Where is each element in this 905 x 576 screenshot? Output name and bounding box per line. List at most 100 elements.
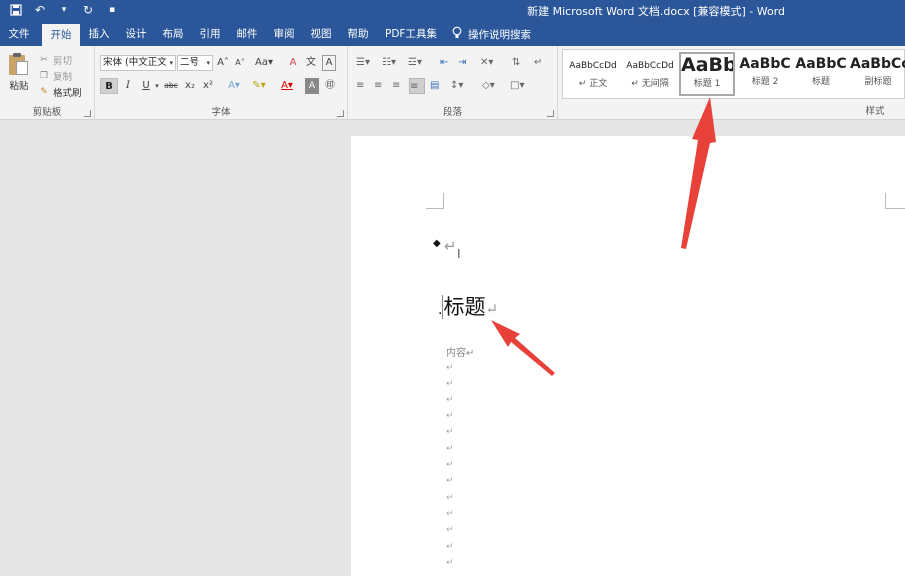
redo-icon[interactable]: ↻ [80, 2, 96, 18]
empty-paragraph-mark: ↵ [446, 363, 454, 373]
cut-button[interactable]: ✂ 剪切 [38, 52, 82, 68]
underline-dropdown-icon[interactable]: ▾ [153, 78, 161, 94]
bold-button[interactable]: B [100, 78, 118, 94]
shading-icon[interactable]: ◇▾ [482, 78, 495, 94]
font-name-select[interactable]: 宋体 (中文正文 ▾ [100, 55, 176, 71]
style-preview: AaBb [681, 54, 733, 76]
quick-access-toolbar: ↶ ▾ ↻ ▪ [8, 2, 120, 18]
sort-icon[interactable]: ⇅ [512, 55, 520, 71]
style-no-spacing[interactable]: AaBbCcDd ↵ 无间隔 [622, 52, 678, 96]
character-border-icon[interactable]: A [322, 55, 336, 71]
undo-icon[interactable]: ↶ [32, 2, 48, 18]
customize-qat-icon[interactable]: ▪ [104, 2, 120, 18]
style-name: ↵ 正文 [578, 79, 608, 89]
lightbulb-icon [452, 26, 462, 42]
format-painter-button[interactable]: ✎ 格式刷 [38, 84, 82, 100]
tab-file[interactable]: 文件 [4, 22, 34, 46]
font-launcher-icon[interactable] [337, 110, 344, 117]
highlight-icon[interactable]: ✎▾ [249, 78, 269, 94]
document-content[interactable]: 内容↵ [446, 344, 474, 359]
font-size-value: 二号 [180, 57, 200, 68]
align-left-icon[interactable]: ≡ [356, 78, 364, 94]
justify-icon[interactable]: ≡ [409, 78, 425, 94]
tab-home[interactable]: 开始 [42, 24, 80, 46]
multilevel-list-icon[interactable]: ☲▾ [408, 55, 422, 71]
clipboard-group-label: 剪贴板 [32, 107, 62, 118]
tab-design[interactable]: 设计 [121, 22, 151, 46]
clipboard-launcher-icon[interactable] [84, 110, 91, 117]
paragraph-bullet-icon: ◆ [433, 238, 441, 249]
subscript-button[interactable]: x₂ [183, 78, 197, 94]
empty-paragraph-mark: ↵ [446, 558, 454, 568]
tab-pdf-tools[interactable]: PDF工具集 [382, 22, 440, 46]
asian-layout-icon[interactable]: ✕▾ [480, 55, 493, 71]
italic-button[interactable]: I [121, 78, 135, 94]
change-case-button[interactable]: Aa▾ [253, 55, 275, 71]
tab-review[interactable]: 审阅 [269, 22, 299, 46]
paragraph-group-label: 段落 [442, 107, 462, 118]
style-title[interactable]: AaBbC 标题 [793, 52, 849, 96]
style-heading-2[interactable]: AaBbC 标题 2 [737, 52, 793, 96]
heading-paragraph-mark: ↵ [485, 300, 499, 318]
borders-icon[interactable]: □▾ [510, 78, 524, 94]
paste-icon [9, 52, 29, 76]
margin-corner-left [426, 193, 444, 209]
font-size-select[interactable]: 二号 ▾ [177, 55, 213, 71]
brush-icon: ✎ [40, 87, 48, 97]
save-icon[interactable] [8, 2, 24, 18]
strikethrough-button[interactable]: abc [163, 78, 179, 94]
paste-button[interactable]: 粘贴 [6, 52, 32, 92]
font-name-value: 宋体 (中文正文 [103, 57, 167, 68]
document-heading[interactable]: .标题↵ [438, 291, 498, 321]
tab-references[interactable]: 引用 [195, 22, 225, 46]
undo-dropdown-icon[interactable]: ▾ [56, 2, 72, 18]
numbering-icon[interactable]: ☷▾ [382, 55, 396, 71]
copy-label: 复制 [53, 72, 73, 83]
paragraph-launcher-icon[interactable] [547, 110, 554, 117]
align-right-icon[interactable]: ≡ [392, 78, 400, 94]
window-title: 新建 Microsoft Word 文档.docx [兼容模式] - Word [527, 5, 785, 18]
phonetic-guide-icon[interactable]: 文 [304, 55, 318, 71]
line-spacing-icon[interactable]: ↕▾ [450, 78, 463, 94]
style-normal[interactable]: AaBbCcDd ↵ 正文 [565, 52, 621, 96]
empty-paragraph-mark: ↵ [446, 476, 454, 486]
format-painter-label: 格式刷 [53, 88, 82, 99]
tab-insert[interactable]: 插入 [84, 22, 114, 46]
clear-formatting-icon[interactable]: A [286, 55, 300, 71]
tab-layout[interactable]: 布局 [158, 22, 188, 46]
style-preview: AaBbCc [850, 56, 905, 72]
shrink-font-icon[interactable]: A˅ [234, 55, 246, 71]
empty-paragraph-mark: ↵ [446, 525, 454, 535]
show-marks-icon[interactable]: ↵ [534, 55, 542, 71]
superscript-button[interactable]: x² [201, 78, 215, 94]
tab-view[interactable]: 视图 [306, 22, 336, 46]
enclose-character-icon[interactable]: ㊞ [323, 78, 337, 94]
style-name: ↵ 无间隔 [631, 79, 669, 89]
align-center-icon[interactable]: ≡ [374, 78, 382, 94]
tell-me-label: 操作说明搜索 [468, 28, 531, 41]
tab-mailings[interactable]: 邮件 [232, 22, 262, 46]
tell-me-search[interactable]: 操作说明搜索 [452, 22, 531, 46]
text-effects-icon[interactable]: A▾ [225, 78, 243, 94]
underline-button[interactable]: U [139, 78, 153, 94]
copy-icon: ❐ [39, 71, 49, 81]
decrease-indent-icon[interactable]: ⇤ [440, 55, 448, 71]
style-subtitle[interactable]: AaBbCc 副标题 [850, 52, 905, 96]
empty-paragraph-mark: ↵ [446, 493, 454, 503]
character-shading-icon[interactable]: A [305, 78, 319, 94]
heading-text: 标题 [442, 295, 486, 319]
tab-help[interactable]: 帮助 [343, 22, 373, 46]
font-color-icon[interactable]: A▾ [277, 78, 297, 94]
ribbon: 粘贴 ✂ 剪切 ❐ 复制 ✎ 格式刷 剪贴板 宋体 (中文正文 ▾ 二号 ▾ A… [0, 46, 905, 120]
copy-button[interactable]: ❐ 复制 [38, 68, 82, 84]
style-heading-1[interactable]: AaBb 标题 1 [679, 52, 735, 96]
style-name: 副标题 [864, 77, 892, 87]
grow-font-icon[interactable]: A˄ [217, 55, 229, 71]
bullets-icon[interactable]: ☰▾ [356, 55, 370, 71]
chevron-down-icon: ▾ [206, 59, 210, 67]
increase-indent-icon[interactable]: ⇥ [458, 55, 466, 71]
empty-paragraph-mark: ↵ [446, 444, 454, 454]
style-preview: AaBbCcDd [569, 61, 617, 71]
distributed-icon[interactable]: ▤ [430, 78, 439, 94]
clipboard-group: 粘贴 ✂ 剪切 ❐ 复制 ✎ 格式刷 剪贴板 [0, 46, 95, 120]
